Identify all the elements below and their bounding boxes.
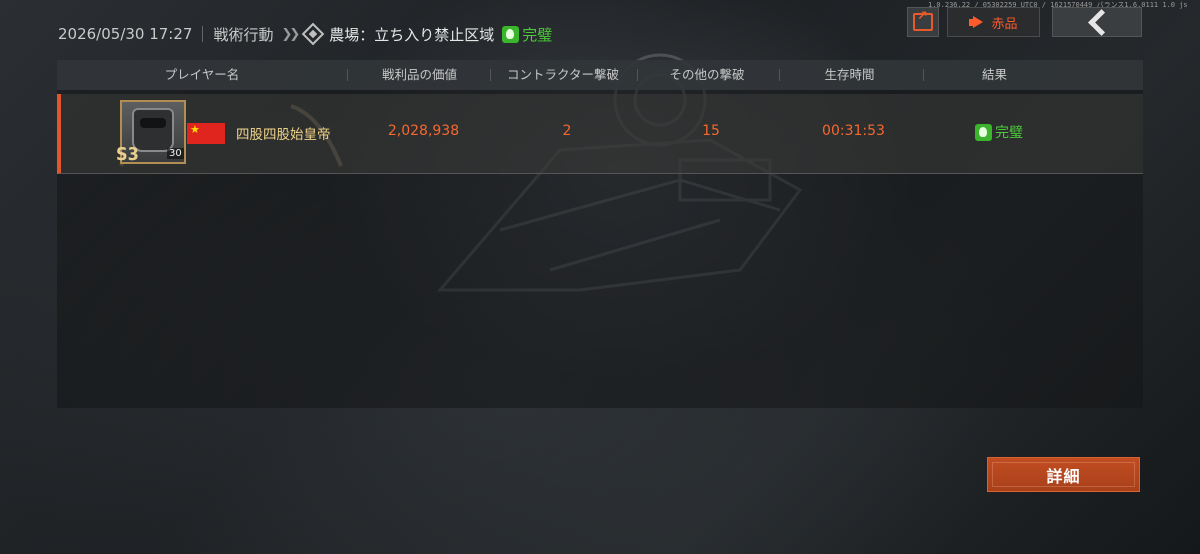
match-datetime: 2026/05/30 17:27 (58, 25, 193, 43)
player-level: 30 (167, 148, 184, 159)
mode-label: 戦術行動 (213, 25, 274, 44)
results-table: プレイヤー名 戦利品の価値 コントラクター撃破 その他の撃破 生存時間 結果 S… (57, 60, 1143, 408)
column-header: 生存時間 (824, 67, 875, 82)
share-button[interactable] (907, 7, 939, 37)
column-header: その他の撃破 (669, 67, 745, 82)
result-text: 完璧 (995, 125, 1023, 141)
megaphone-icon (969, 16, 985, 29)
survival-time: 00:31:53 (822, 123, 885, 139)
column-header: プレイヤー名 (164, 67, 240, 82)
double-chevron-icon: ❯❯ (281, 26, 300, 42)
divider (490, 69, 491, 81)
status-text: 完璧 (522, 25, 553, 44)
contractor-kills: 2 (562, 123, 572, 139)
red-item-label: 赤品 (991, 16, 1018, 32)
map-name: 農場：立ち入り禁止区域 (329, 25, 495, 44)
column-header: コントラクター撃破 (506, 67, 619, 82)
column-header: 戦利品の価値 (381, 67, 457, 82)
divider (779, 69, 780, 81)
result-badge: 完璧 (975, 122, 1023, 142)
details-button[interactable]: 詳細 (987, 457, 1140, 492)
status-badge: 完璧 (502, 24, 552, 45)
divider (923, 69, 924, 81)
season-badge: S3 (116, 144, 139, 165)
share-icon (913, 9, 933, 31)
loot-value: 2,028,938 (387, 123, 460, 139)
back-button[interactable] (1052, 7, 1142, 37)
column-header: 結果 (981, 67, 1007, 82)
success-icon (502, 25, 520, 43)
red-item-button[interactable]: 赤品 (947, 7, 1040, 37)
map-marker-icon (301, 22, 325, 46)
success-icon (975, 123, 992, 141)
details-label: 詳細 (1046, 466, 1081, 486)
back-icon (1087, 8, 1115, 36)
other-kills: 15 (702, 123, 720, 139)
divider (202, 26, 204, 42)
divider (347, 69, 348, 81)
table-row[interactable]: S3 30 ★ 四股四股始皇帝 2,028,938 2 15 00:31:53 … (57, 94, 1143, 174)
divider (637, 69, 638, 81)
player-name: 四股四股始皇帝 (236, 127, 331, 143)
china-flag-icon: ★ (187, 123, 225, 144)
flag-star-icon: ★ (190, 123, 200, 136)
table-header: プレイヤー名 戦利品の価値 コントラクター撃破 その他の撃破 生存時間 結果 (57, 60, 1143, 90)
match-breadcrumb: 2026/05/30 17:27 戦術行動 ❯❯ 農場：立ち入り禁止区域 完璧 (58, 22, 552, 46)
